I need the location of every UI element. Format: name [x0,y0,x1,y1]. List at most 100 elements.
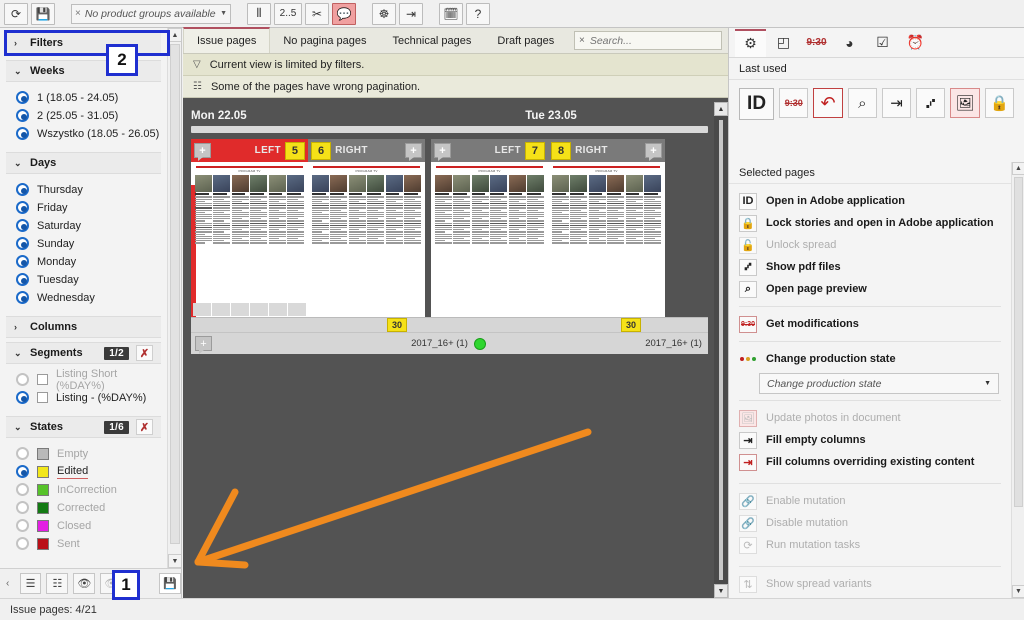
page-preview[interactable]: PROGRAM TV [308,162,425,317]
magnifier-icon[interactable]: ⌕ [847,88,877,118]
week-option[interactable]: 1 (18.05 - 24.05) [16,89,167,106]
image-icon[interactable]: 🖼 [950,88,980,118]
spider-icon[interactable]: ☸ [372,2,396,25]
scissors-icon[interactable]: ✂ [305,2,329,25]
scroll-up-icon[interactable]: ▲ [168,28,181,42]
section-segments[interactable]: ⌄ Segments 1/2 ✗ [6,342,161,364]
page-preview[interactable]: PROGRAM TV [548,162,665,317]
add-page-icon[interactable]: + [645,143,662,161]
radio-icon[interactable] [16,465,29,478]
state-option[interactable]: Edited [16,463,167,480]
lock-icon[interactable]: 🔒 [984,88,1014,118]
action-open-in-adobe[interactable]: ID Open in Adobe application [729,190,1011,212]
page-thumbnail[interactable]: + LEFT 7 PROGRAM TV [431,139,548,317]
day-option[interactable]: Tuesday [16,271,167,288]
week-option[interactable]: 2 (25.05 - 31.05) [16,107,167,124]
action-get-modifications[interactable]: 9:30 Get modifications [729,313,1011,335]
tab-ellipse-icon[interactable]: ◕ [834,29,865,57]
add-page-icon[interactable]: + [405,143,422,161]
tab-technical-pages[interactable]: Technical pages [379,28,485,53]
action-lock-stories[interactable]: 🔒 Lock stories and open in Adobe applica… [729,212,1011,234]
day-option[interactable]: Saturday [16,217,167,234]
import-icon[interactable]: ⇥ [881,88,912,118]
day-option[interactable]: Friday [16,199,167,216]
indesign-icon[interactable]: ID [739,88,775,120]
tab-check-square-icon[interactable]: ☑ [867,29,898,57]
radio-icon[interactable] [16,237,29,250]
tab-no-pagina-pages[interactable]: No pagina pages [270,28,380,53]
radio-icon[interactable] [16,519,29,532]
help-icon[interactable]: ? [466,2,490,25]
section-days[interactable]: ⌄ Days [6,152,161,174]
day-option[interactable]: Thursday [16,181,167,198]
add-page-icon[interactable]: + [194,143,211,161]
tab-layers-icon[interactable]: ◰ [768,29,799,57]
radio-icon[interactable] [16,201,29,214]
radio-icon[interactable] [16,537,29,550]
calendar-icon[interactable]: 🗓 [439,2,463,25]
radio-icon[interactable] [16,219,29,232]
radio-icon[interactable] [16,501,29,514]
page-thumbnail[interactable]: 8 RIGHT + PROGRAM TV [548,139,665,317]
chevron-down-icon[interactable]: ▼ [984,380,991,387]
scroll-down-icon[interactable]: ▼ [714,584,728,598]
collapse-sidebar-icon[interactable]: ‹ [6,578,14,589]
state-option[interactable]: Sent [16,535,167,552]
action-fill-columns-override[interactable]: ⇥ Fill columns overriding existing conte… [729,451,1011,473]
radio-icon[interactable] [16,483,29,496]
actions-scroll-thumb[interactable] [1014,177,1023,507]
tab-alarm-icon[interactable]: ⏰ [900,29,931,57]
tab-clock-strike-icon[interactable]: 9:30 [801,29,832,57]
clear-segments-icon[interactable]: ✗ [136,345,153,361]
week-option[interactable]: Wszystko (18.05 - 26.05) [16,125,167,142]
radio-icon[interactable] [16,447,29,460]
radio-icon[interactable] [16,273,29,286]
action-open-page-preview[interactable]: ⌕ Open page preview [729,278,1011,300]
page-thumbnail[interactable]: + LEFT 5 PROGRAM TV [191,139,308,317]
chevron-down-icon[interactable]: ▼ [220,10,227,17]
add-page-icon[interactable]: + [434,143,451,161]
search-input[interactable] [589,34,727,47]
radio-icon[interactable] [16,127,29,140]
production-state-select[interactable]: Change production state ▼ [759,373,999,394]
pdf-icon[interactable]: ⑇ [916,88,946,118]
save-icon[interactable]: 💾 [31,2,55,25]
jump-to-icon[interactable]: ⇥ [399,2,423,25]
day-option[interactable]: Monday [16,253,167,270]
state-option[interactable]: Corrected [16,499,167,516]
scroll-down-icon[interactable]: ▼ [168,554,181,568]
checkbox-icon[interactable] [37,374,48,385]
clock-strike-icon[interactable]: 9:30 [779,88,809,118]
list-view-icon[interactable]: ☰ [19,573,42,594]
action-show-pdf-files[interactable]: ⑇ Show pdf files [729,256,1011,278]
segment-option[interactable]: Listing - (%DAY%) [16,389,167,406]
section-columns[interactable]: › Columns [6,316,161,338]
comment-icon[interactable]: 💬 [332,2,356,25]
day-option[interactable]: Sunday [16,235,167,252]
state-option[interactable]: InCorrection [16,481,167,498]
tab-draft-pages[interactable]: Draft pages [484,28,568,53]
canvas-scroll-thumb[interactable] [719,120,723,580]
scroll-down-icon[interactable]: ▼ [1012,585,1024,598]
undo-arrow-icon[interactable]: ↶ [813,88,843,118]
state-option[interactable]: Empty [16,445,167,462]
clear-search-icon[interactable]: × [579,35,585,46]
sidebar-scrollbar[interactable]: ▲ ▼ [167,28,181,568]
save-filter-icon[interactable]: 💾 [159,573,182,594]
radio-icon[interactable] [16,109,29,122]
page-preview[interactable]: PROGRAM TV [431,162,548,317]
day-option[interactable]: Wednesday [16,289,167,306]
actions-scrollbar[interactable]: ▲ ▼ [1011,162,1024,598]
segment-option[interactable]: Listing Short (%DAY%) [16,368,167,392]
tab-gear-icon[interactable]: ⚙ [735,28,766,57]
radio-icon[interactable] [16,91,29,104]
radio-icon[interactable] [16,255,29,268]
radio-icon[interactable] [16,291,29,304]
page-thumbnail[interactable]: 6 RIGHT + PROGRAM TV [308,139,425,317]
radio-icon[interactable] [16,183,29,196]
action-change-production-state[interactable]: Change production state [729,348,1011,370]
checkbox-icon[interactable] [37,392,48,403]
radio-icon[interactable] [16,373,29,386]
detail-view-icon[interactable]: ☷ [46,573,69,594]
product-group-combo[interactable]: × No product groups available... ▼ [71,3,231,24]
